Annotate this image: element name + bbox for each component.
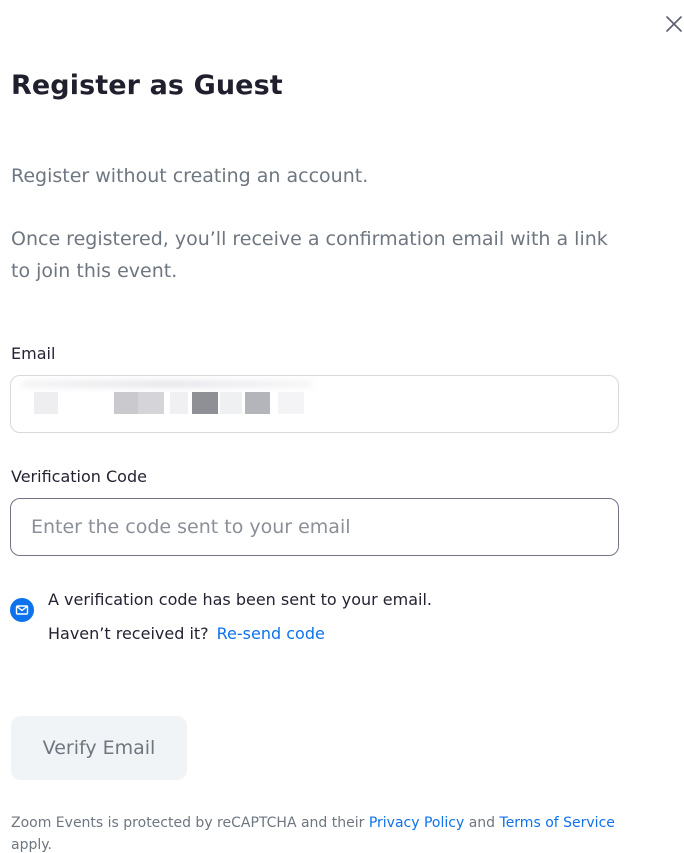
page-title: Register as Guest [11,70,283,101]
footer-and: and [468,815,496,831]
intro-confirmation-text: Once registered, you’ll receive a confir… [11,228,608,282]
email-label: Email [11,344,56,363]
footer-prefix: Zoom Events is protected by reCAPTCHA an… [11,815,365,831]
verification-sent-message: A verification code has been sent to you… [48,590,432,609]
verification-code-label: Verification Code [11,467,147,486]
close-icon [666,16,682,32]
close-button[interactable] [660,10,684,38]
resend-code-link[interactable]: Re-send code [217,624,325,643]
resend-question: Haven’t received it? [48,624,209,643]
verification-code-input[interactable] [10,498,619,556]
recaptcha-footer: Zoom Events is protected by reCAPTCHA an… [11,812,621,853]
footer-suffix: apply. [11,837,52,853]
privacy-policy-link[interactable]: Privacy Policy [369,815,464,831]
verify-email-button[interactable]: Verify Email [11,716,187,780]
mail-icon [10,598,34,622]
email-field[interactable] [10,375,619,433]
intro-text: Register without creating an account. [11,165,369,187]
verification-notice: A verification code has been sent to you… [48,583,432,651]
resend-row: Haven’t received it? Re-send code [48,617,432,651]
terms-of-service-link[interactable]: Terms of Service [500,815,615,831]
